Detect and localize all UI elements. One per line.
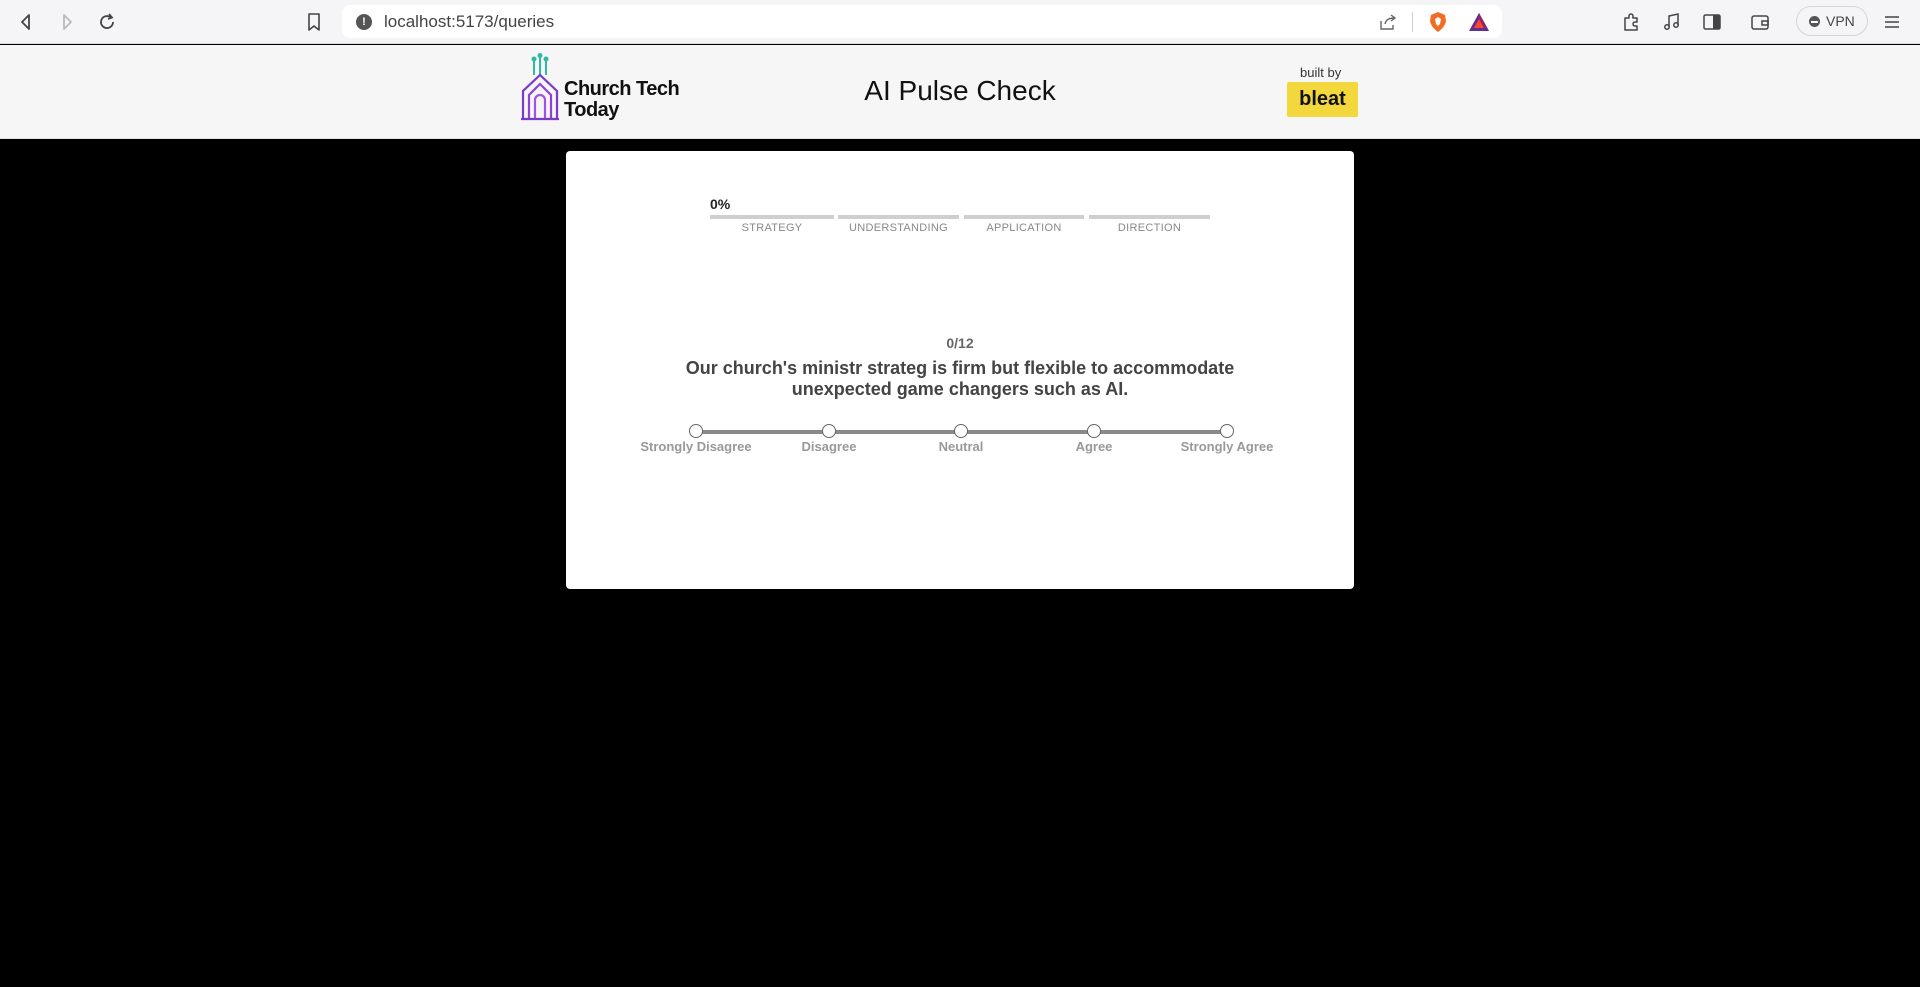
question-text: Our church's ministr strateg is firm but… (685, 358, 1235, 399)
option-label-strongly-disagree[interactable]: Strongly Disagree (636, 439, 756, 454)
browser-toolbar: ! localhost:5173/queries VPN (0, 0, 1920, 44)
quiz-card: 0% STRATEGY UNDERSTANDING APPLICATION DI… (566, 151, 1354, 589)
option-label-neutral[interactable]: Neutral (901, 439, 1021, 454)
progress-segment-strategy (710, 215, 834, 219)
divider (1412, 12, 1413, 32)
back-icon[interactable] (14, 10, 38, 34)
share-icon[interactable] (1378, 12, 1398, 32)
bleat-badge[interactable]: bleat (1287, 82, 1358, 117)
page-title: AI Pulse Check (864, 75, 1056, 106)
section-label-application: APPLICATION (986, 222, 1062, 234)
progress-segment-direction (1089, 215, 1210, 219)
option-neutral-radio[interactable] (954, 424, 968, 438)
reload-icon[interactable] (95, 10, 119, 34)
site-header: Church Tech Today AI Pulse Check built b… (0, 45, 1920, 139)
option-label-strongly-agree[interactable]: Strongly Agree (1167, 439, 1287, 454)
sidebar-icon[interactable] (1700, 10, 1724, 34)
option-agree-radio[interactable] (1087, 424, 1101, 438)
extensions-icon[interactable] (1619, 10, 1643, 34)
option-strongly-disagree-radio[interactable] (689, 424, 703, 438)
section-label-direction: DIRECTION (1117, 222, 1182, 234)
section-label-understanding: UNDERSTANDING (848, 222, 949, 234)
section-label-strategy: STRATEGY (741, 222, 803, 234)
forward-icon[interactable] (55, 10, 79, 34)
option-label-disagree[interactable]: Disagree (769, 439, 889, 454)
brave-rewards-icon[interactable] (1468, 11, 1490, 33)
vpn-status-icon (1809, 16, 1820, 27)
media-icon[interactable] (1660, 10, 1684, 34)
menu-icon[interactable] (1880, 10, 1904, 34)
progress-segment-understanding (838, 215, 959, 219)
site-info-icon[interactable]: ! (356, 14, 372, 30)
brave-shields-icon[interactable] (1427, 11, 1449, 33)
question-counter: 0/12 (946, 335, 974, 351)
built-by-label: built by (1300, 65, 1342, 80)
bookmark-icon[interactable] (302, 10, 326, 34)
option-strongly-agree-radio[interactable] (1220, 424, 1234, 438)
progress-segment-application (964, 215, 1084, 219)
option-label-agree[interactable]: Agree (1034, 439, 1154, 454)
url-text[interactable]: localhost:5173/queries (384, 12, 554, 32)
option-disagree-radio[interactable] (822, 424, 836, 438)
wallet-icon[interactable] (1748, 10, 1772, 34)
vpn-button[interactable]: VPN (1796, 6, 1868, 36)
address-bar[interactable]: ! localhost:5173/queries (342, 5, 1502, 38)
vpn-label: VPN (1826, 13, 1855, 29)
progress-percent: 0% (710, 196, 731, 212)
